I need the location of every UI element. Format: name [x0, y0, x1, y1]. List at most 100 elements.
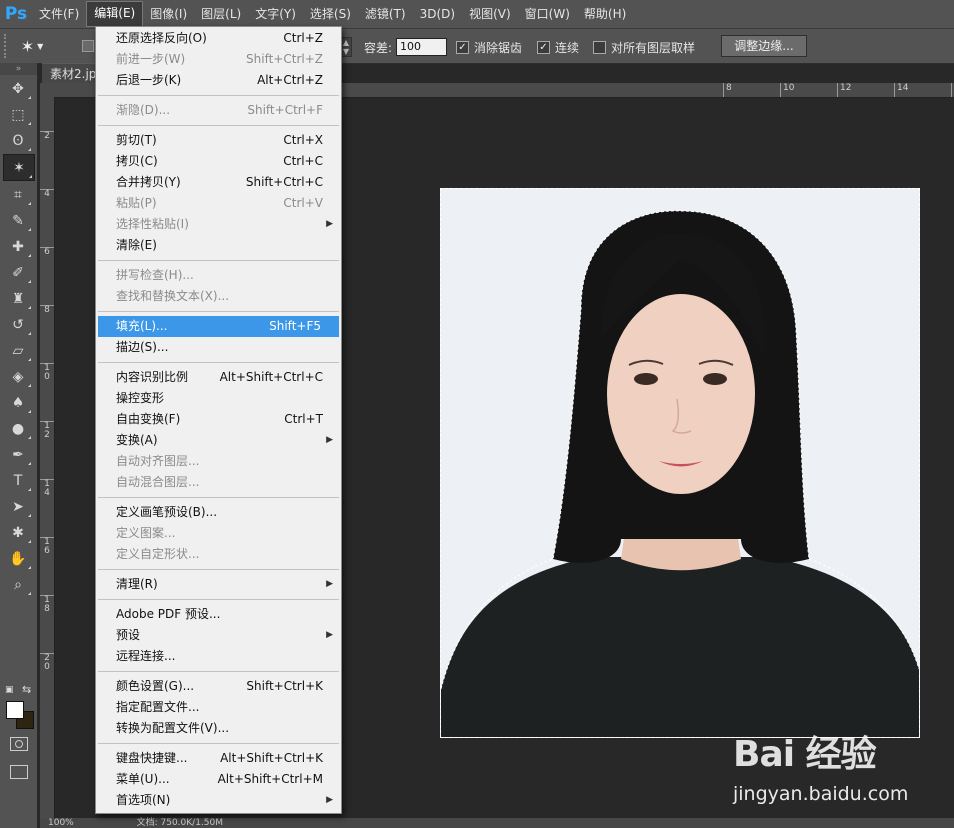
- zoom-level[interactable]: 100%: [48, 818, 74, 828]
- edit-menu-item[interactable]: 指定配置文件...: [96, 697, 341, 718]
- photoshop-logo-icon: Ps: [4, 4, 28, 24]
- document-size[interactable]: 文档: 750.0K/1.50M: [137, 818, 223, 828]
- edit-menu-item[interactable]: 合并拷贝(Y) Shift+Ctrl+C: [96, 172, 341, 193]
- menu-separator: [98, 362, 339, 363]
- brush-tool-icon[interactable]: ✐: [3, 260, 33, 285]
- menu-item-label: 预设: [116, 628, 141, 642]
- edit-menu-item[interactable]: 内容识别比例 Alt+Shift+Ctrl+C: [96, 367, 341, 388]
- tool-glyph: ✋: [9, 550, 27, 567]
- sample-all-layers-group[interactable]: 对所有图层取样: [593, 39, 695, 56]
- dodge-tool-icon[interactable]: ●: [3, 416, 33, 441]
- menu-item[interactable]: 选择(S): [303, 2, 358, 26]
- contiguous-group[interactable]: ✓ 连续: [537, 39, 579, 56]
- edit-menu-item[interactable]: 远程连接...: [96, 646, 341, 667]
- ruler-tick-label: 2: [40, 131, 54, 141]
- menu-item[interactable]: 滤镜(T): [358, 2, 413, 26]
- eraser-tool-icon[interactable]: ▱: [3, 338, 33, 363]
- sample-all-layers-checkbox[interactable]: [593, 41, 606, 54]
- paint-bucket-tool-icon[interactable]: ◈: [3, 364, 33, 389]
- foreground-color-swatch[interactable]: [6, 701, 24, 719]
- type-tool-icon[interactable]: T: [3, 468, 33, 493]
- path-selection-tool-icon[interactable]: ➤: [3, 494, 33, 519]
- tolerance-label: 容差:: [364, 40, 393, 55]
- menu-item-label: 后退一步(K): [116, 73, 182, 87]
- menu-item[interactable]: 文字(Y): [248, 2, 303, 26]
- edit-menu-item[interactable]: 清除(E): [96, 235, 341, 256]
- new-selection-mode-icon[interactable]: [82, 40, 94, 52]
- menu-item-label: 定义自定形状...: [116, 547, 200, 561]
- antialias-checkbox[interactable]: ✓: [456, 41, 469, 54]
- edit-menu-item[interactable]: 预设 ▶: [96, 625, 341, 646]
- edit-menu-item[interactable]: 还原选择反向(O) Ctrl+Z: [96, 28, 341, 49]
- edit-menu-item[interactable]: 转换为配置文件(V)...: [96, 718, 341, 739]
- menu-item-label: 转换为配置文件(V)...: [116, 721, 230, 735]
- edit-menu-item[interactable]: 剪切(T) Ctrl+X: [96, 130, 341, 151]
- move-tool-icon[interactable]: ✥: [3, 76, 33, 101]
- blur-tool-icon[interactable]: ♠: [3, 390, 33, 415]
- quick-mask-icon[interactable]: [10, 737, 28, 751]
- submenu-arrow-icon: ▶: [326, 219, 333, 229]
- menu-item-label: 指定配置文件...: [116, 700, 200, 714]
- lasso-tool-icon[interactable]: ʘ: [3, 128, 33, 153]
- tool-glyph: ✒: [12, 446, 24, 463]
- edit-menu-item[interactable]: 键盘快捷键... Alt+Shift+Ctrl+K: [96, 748, 341, 769]
- magic-wand-tool-icon[interactable]: ✶: [3, 154, 35, 181]
- menu-item-shortcut: Shift+Ctrl+F: [247, 103, 323, 117]
- refine-edge-button[interactable]: 调整边缘...: [721, 35, 807, 57]
- edit-menu-item[interactable]: 菜单(U)... Alt+Shift+Ctrl+M: [96, 769, 341, 790]
- antialias-group[interactable]: ✓ 消除锯齿: [456, 39, 522, 56]
- marquee-tool-icon[interactable]: ⬚: [3, 102, 33, 127]
- history-brush-tool-icon[interactable]: ↺: [3, 312, 33, 337]
- tolerance-input[interactable]: 100: [396, 38, 448, 56]
- edit-menu-item[interactable]: 定义画笔预设(B)...: [96, 502, 341, 523]
- edit-menu-item[interactable]: 变换(A) ▶: [96, 430, 341, 451]
- swap-colors-icon[interactable]: ⇆: [22, 683, 31, 696]
- pen-tool-icon[interactable]: ✒: [3, 442, 33, 467]
- tool-glyph: ✎: [12, 212, 24, 229]
- contiguous-checkbox[interactable]: ✓: [537, 41, 550, 54]
- menu-item[interactable]: 视图(V): [462, 2, 518, 26]
- tool-preset-picker[interactable]: ✶ ▼: [12, 34, 52, 58]
- menu-item[interactable]: 文件(F): [32, 2, 86, 26]
- ruler-tick-label: 1 4: [40, 479, 54, 498]
- menu-item[interactable]: 编辑(E): [86, 1, 144, 27]
- vertical-ruler[interactable]: 2 4 6 8 1 0 1 2 1 4 1 6 1 8 2 0: [40, 97, 55, 828]
- edit-menu-item[interactable]: 颜色设置(G)... Shift+Ctrl+K: [96, 676, 341, 697]
- menu-item-label: 菜单(U)...: [116, 772, 170, 786]
- collapse-arrows-icon[interactable]: »: [0, 63, 37, 75]
- clone-stamp-tool-icon[interactable]: ♜: [3, 286, 33, 311]
- tool-flyout-indicator: [28, 384, 31, 387]
- menu-item-label: 清理(R): [116, 577, 158, 591]
- crop-tool-icon[interactable]: ⌗: [3, 182, 33, 207]
- edit-menu-item[interactable]: 后退一步(K) Alt+Ctrl+Z: [96, 70, 341, 91]
- tool-glyph: ↺: [12, 316, 24, 333]
- menu-item[interactable]: 图层(L): [194, 2, 248, 26]
- custom-shape-tool-icon[interactable]: ✱: [3, 520, 33, 545]
- menu-item[interactable]: 窗口(W): [518, 2, 577, 26]
- edit-menu-item[interactable]: 自由变换(F) Ctrl+T: [96, 409, 341, 430]
- options-grip[interactable]: [4, 34, 12, 58]
- default-colors-icon[interactable]: ▣: [5, 685, 14, 695]
- baidu-jingyan-watermark: Bai 经验 jingyan.baidu.com: [733, 725, 943, 815]
- tool-glyph: ♠: [11, 394, 25, 411]
- healing-brush-tool-icon[interactable]: ✚: [3, 234, 33, 259]
- menu-item-label: 键盘快捷键...: [116, 751, 188, 765]
- menu-separator: [98, 497, 339, 498]
- edit-menu-item[interactable]: Adobe PDF 预设...: [96, 604, 341, 625]
- eyedropper-tool-icon[interactable]: ✎: [3, 208, 33, 233]
- hand-tool-icon[interactable]: ✋: [3, 546, 33, 571]
- edit-menu-item[interactable]: 描边(S)...: [96, 337, 341, 358]
- menu-item[interactable]: 3D(D): [413, 2, 462, 26]
- zoom-tool-icon[interactable]: ⌕: [3, 572, 33, 597]
- edit-menu-item[interactable]: 清理(R) ▶: [96, 574, 341, 595]
- edit-menu-item[interactable]: 拷贝(C) Ctrl+C: [96, 151, 341, 172]
- document-photo[interactable]: [440, 188, 920, 738]
- edit-menu-item[interactable]: 首选项(N) ▶: [96, 790, 341, 811]
- screen-mode-icon[interactable]: [10, 765, 28, 779]
- menu-item[interactable]: 图像(I): [143, 2, 194, 26]
- edit-menu-item[interactable]: 操控变形: [96, 388, 341, 409]
- menu-item[interactable]: 帮助(H): [577, 2, 633, 26]
- menu-item-label: 填充(L)...: [116, 319, 168, 333]
- ruler-corner: [40, 83, 57, 98]
- edit-menu-item[interactable]: 填充(L)... Shift+F5: [98, 316, 339, 337]
